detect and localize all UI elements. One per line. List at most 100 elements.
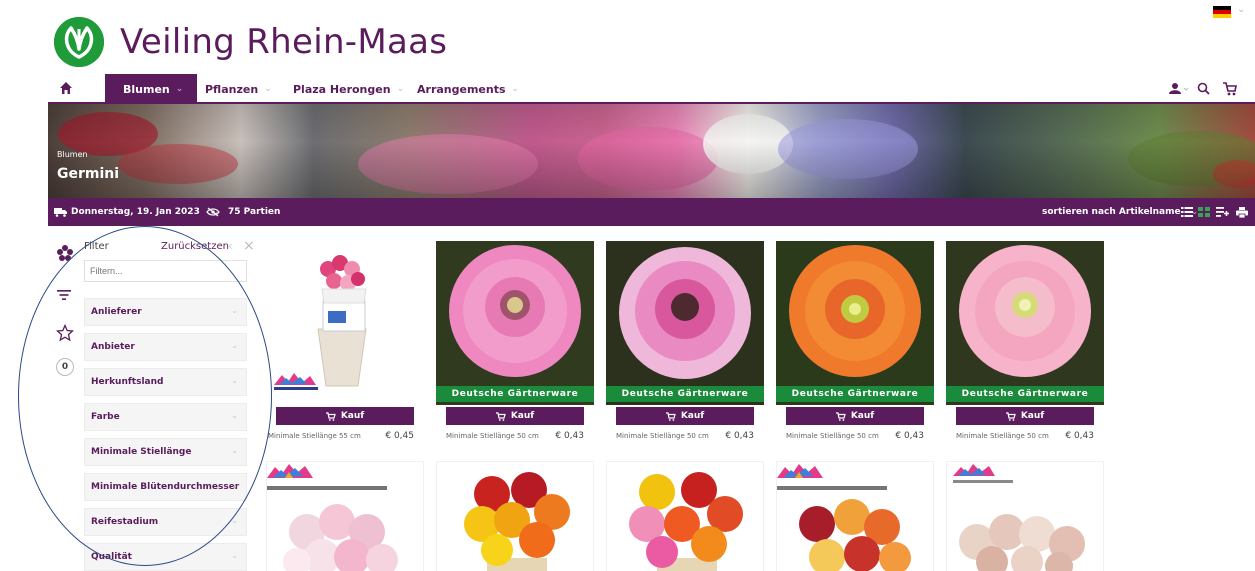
facet-farbe[interactable]: Farbe ⌄ [84,403,247,431]
chevron-down-icon: ⌄ [231,341,238,350]
list-view-icon[interactable] [1181,198,1193,226]
user-icon[interactable] [1168,80,1190,98]
filter-icon[interactable] [56,288,72,302]
product-image[interactable]: Deutsche Gärtnerware [946,241,1104,405]
chevron-down-icon: ⌄ [396,84,405,94]
origin-tag: Deutsche Gärtnerware [606,386,764,402]
buy-label: Kauf [1020,411,1045,421]
facet-label: Herkunftsland [91,377,164,387]
facet-label: Reifestadium [91,517,159,527]
favorites-count-badge[interactable]: 0 [56,358,74,376]
buy-button[interactable]: Kauf [276,407,414,425]
main-nav: Blumen ⌄ Pflanzen ⌄ Plaza Herongen ⌄ Arrang… [48,74,1255,104]
lots-indicator[interactable]: 75 Partien [206,198,280,226]
print-icon[interactable] [1236,198,1248,226]
nav-item-arrangements[interactable]: Arrangements ⌄ [417,74,519,104]
buy-button[interactable]: Kauf [616,407,754,425]
chevron-down-icon: ⌄ [264,84,272,94]
product-image[interactable]: Deutsche Gärtnerware [776,241,934,405]
cart-icon [325,411,336,421]
product-card[interactable]: Deutsche Gärtnerware Kauf Minimale Stiel… [776,241,934,446]
facet-stiellaenge[interactable]: Minimale Stiellänge ⌄ [84,438,247,466]
buy-label: Kauf [510,411,535,421]
stem-length: Minimale Stiellänge 50 cm [956,432,1049,440]
facet-label: Qualität [91,552,132,562]
facet-anbieter[interactable]: Anbieter ⌄ [84,333,247,361]
product-card[interactable] [776,461,934,571]
price: € 0,43 [725,431,754,441]
product-image[interactable] [437,462,594,571]
star-icon[interactable] [56,324,74,342]
chevron-down-icon: ⌄ [231,446,238,455]
buy-label: Kauf [680,411,705,421]
facet-bluetendurchmesser[interactable]: Minimale Blütendurchmesser ⌄ [84,473,247,501]
chevron-down-icon: ⌄ [231,481,238,490]
truck-icon [54,208,67,217]
product-card[interactable]: Deutsche Gärtnerware Kauf Minimale Stiel… [436,241,594,446]
german-flag-icon[interactable] [1213,6,1231,18]
chevron-down-icon: ⌄ [231,306,238,315]
close-icon[interactable]: × [243,238,255,254]
grid-view-icon[interactable] [1198,198,1210,226]
product-image[interactable]: Deutsche Gärtnerware [436,241,594,405]
date-selector[interactable]: Donnerstag, 19. Jan 2023 ⌄ [54,198,219,226]
breadcrumb[interactable]: Blumen [57,150,88,159]
facet-label: Anlieferer [91,307,142,317]
facet-qualitaet[interactable]: Qualität ⌄ [84,543,247,571]
nav-label: Blumen [123,82,170,96]
product-card[interactable]: Kauf Minimale Stiellänge 55 cm € 0,45 [266,241,424,446]
product-card[interactable] [946,461,1104,571]
site-logo[interactable]: Veiling Rhein-Maas [54,15,447,69]
facet-label: Anbieter [91,342,135,352]
home-icon[interactable] [58,80,74,96]
add-to-list-icon[interactable] [1216,198,1229,226]
chevron-down-icon[interactable]: ⌄ [1237,4,1245,15]
nav-item-pflanzen[interactable]: Pflanzen ⌄ [205,74,272,104]
reset-filter-link[interactable]: Zurücksetzen [161,241,229,252]
filter-search-input[interactable] [84,260,247,282]
product-image[interactable]: Deutsche Gärtnerware [606,241,764,405]
product-card[interactable]: Deutsche Gärtnerware Kauf Minimale Stiel… [946,241,1104,446]
product-image[interactable] [607,462,764,571]
buy-label: Kauf [340,411,365,421]
nav-item-plaza-herongen[interactable]: Plaza Herongen ⌄ [293,74,404,104]
buy-label: Kauf [850,411,875,421]
product-card[interactable]: Deutsche Gärtnerware Kauf Minimale Stiel… [606,241,764,446]
flower-icon[interactable] [56,244,74,262]
chevron-down-icon: ⌄ [231,376,238,385]
chevron-left-icon[interactable]: ‹ [228,239,233,253]
buy-button[interactable]: Kauf [956,407,1094,425]
product-card[interactable] [606,461,764,571]
search-icon[interactable] [1195,80,1213,98]
facet-herkunftsland[interactable]: Herkunftsland ⌄ [84,368,247,396]
filter-title: Filter [84,241,109,252]
price: € 0,43 [555,431,584,441]
nav-item-blumen[interactable]: Blumen ⌄ [105,74,198,104]
cart-icon [665,411,676,421]
category-banner: Blumen Germini [48,104,1255,198]
cart-icon[interactable] [1221,80,1239,98]
product-card[interactable] [436,461,594,571]
facet-anlieferer[interactable]: Anlieferer ⌄ [84,298,247,326]
product-image[interactable] [266,241,424,405]
product-image[interactable] [267,462,424,571]
page-title: Germini [57,166,120,182]
product-image[interactable] [777,462,934,571]
facet-reifestadium[interactable]: Reifestadium ⌄ [84,508,247,536]
facet-label: Minimale Blütendurchmesser [91,482,240,492]
sort-select[interactable]: sortieren nach Artikelname ⌄ [1042,198,1198,226]
facet-label: Minimale Stiellänge [91,447,192,457]
chevron-down-icon: ⌄ [231,411,238,420]
nav-label: Plaza Herongen [293,82,391,96]
product-image[interactable] [947,462,1104,571]
logo-icon [54,17,104,67]
product-card[interactable] [266,461,424,571]
filter-sidebar: Filter Zurücksetzen ‹ × 0 Anlieferer ⌄ An… [48,236,266,571]
buy-button[interactable]: Kauf [446,407,584,425]
origin-tag: Deutsche Gärtnerware [776,386,934,402]
facet-label: Farbe [91,412,120,422]
stem-length: Minimale Stiellänge 50 cm [786,432,879,440]
buy-button[interactable]: Kauf [786,407,924,425]
brand-name: Veiling Rhein-Maas [120,22,448,62]
eye-off-icon [206,207,220,217]
